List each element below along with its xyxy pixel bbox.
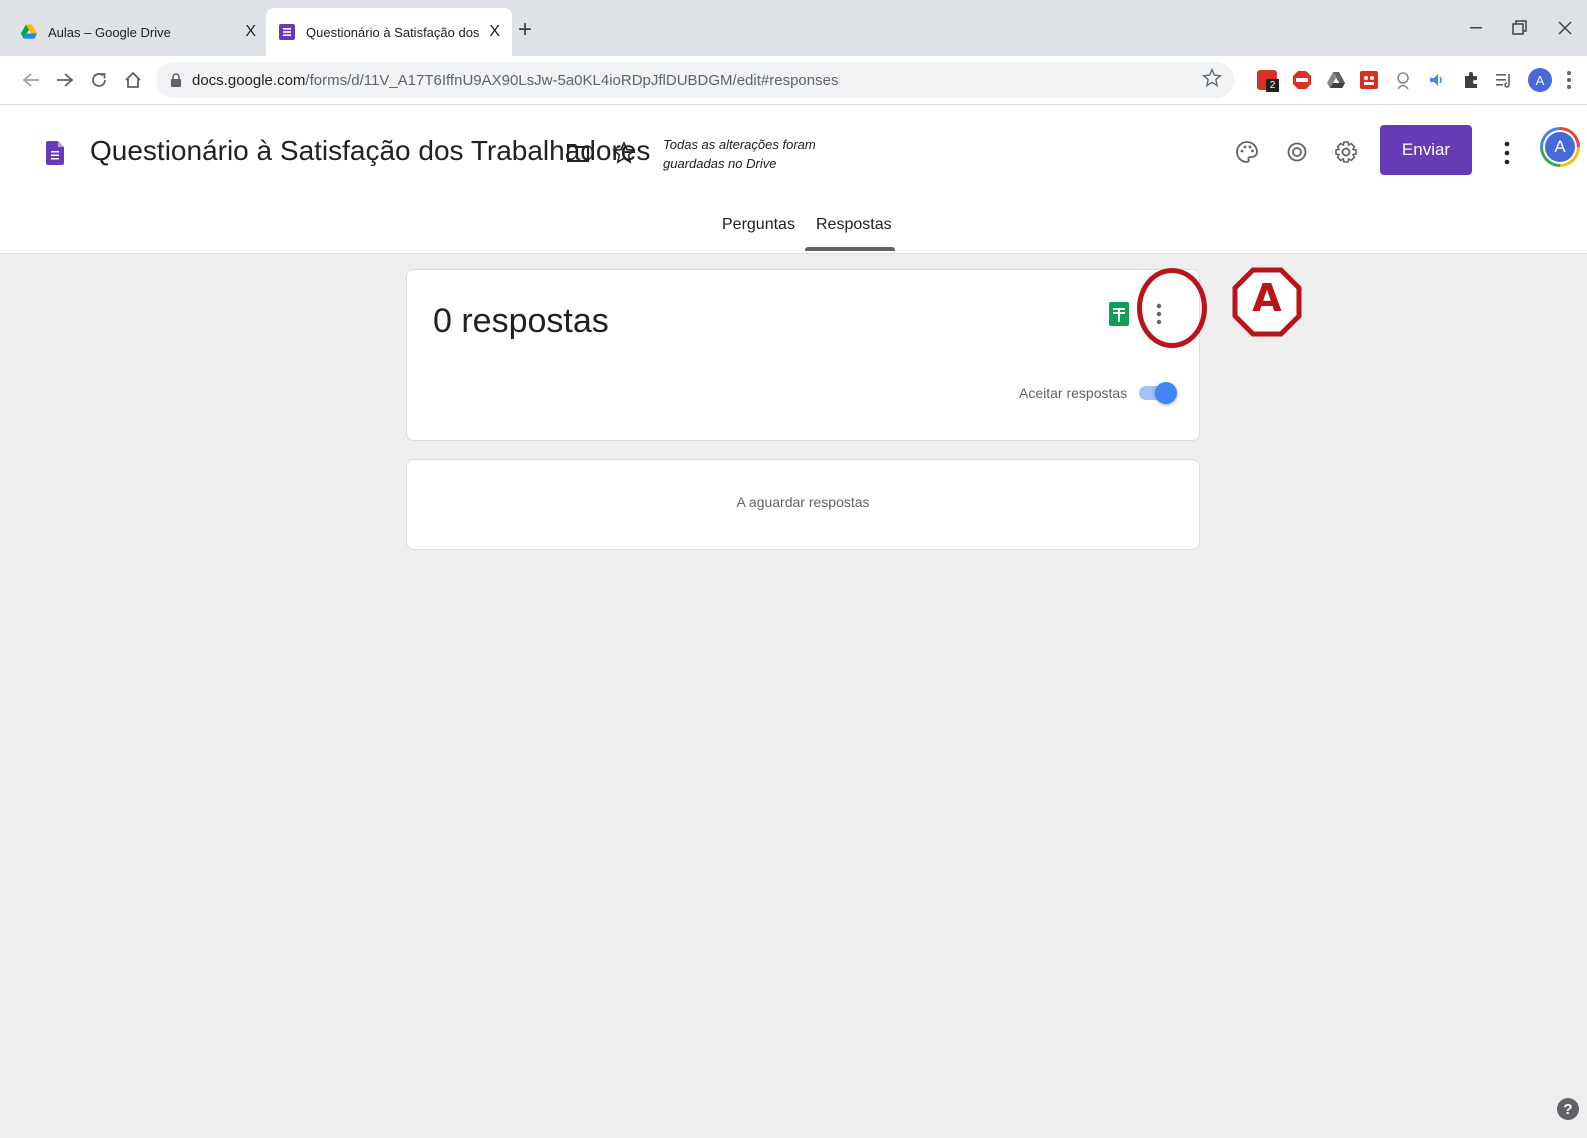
saved-status: Todas as alterações foram guardadas no D…	[663, 137, 816, 171]
avatar-initial: A	[1545, 132, 1575, 162]
accept-responses-toggle[interactable]	[1139, 382, 1177, 404]
browser-tab-strip: Aulas – Google Drive X Questionário à Sa…	[0, 0, 1587, 56]
adblock-icon[interactable]	[1292, 70, 1312, 90]
more-options-icon[interactable]	[1504, 141, 1510, 165]
google-forms-icon	[279, 24, 295, 40]
extension-badge: 2	[1266, 79, 1279, 92]
profile-avatar[interactable]: A	[1528, 68, 1552, 92]
close-window-icon[interactable]	[1557, 20, 1573, 36]
responses-count: 0 respostas	[433, 302, 609, 340]
browser-tab-form[interactable]: Questionário à Satisfação dos Tra X	[266, 8, 512, 56]
browser-menu-icon[interactable]	[1566, 70, 1572, 90]
lock-icon	[171, 73, 181, 87]
reading-list-icon[interactable]	[1494, 70, 1514, 90]
close-tab-icon[interactable]: X	[245, 23, 256, 41]
address-bar[interactable]: docs.google.com/forms/d/11V_A17T6IffnU9A…	[156, 62, 1234, 98]
puzzle-extensions-icon[interactable]	[1461, 70, 1481, 90]
send-button[interactable]: Enviar	[1380, 125, 1472, 175]
google-drive-icon	[20, 24, 38, 39]
tab-questions[interactable]: Perguntas	[722, 216, 795, 234]
account-avatar[interactable]: A	[1540, 127, 1580, 167]
calendar-extension-icon[interactable]: 2	[1257, 70, 1279, 92]
url-host: docs.google.com	[192, 71, 306, 89]
responses-summary-card: 0 respostas Aceitar respostas	[406, 269, 1200, 441]
browser-toolbar: docs.google.com/forms/d/11V_A17T6IffnU9A…	[0, 56, 1587, 105]
back-icon[interactable]	[22, 72, 40, 88]
bookmark-star-icon[interactable]	[1202, 68, 1222, 88]
palette-icon[interactable]	[1235, 140, 1259, 164]
home-icon[interactable]	[124, 71, 142, 89]
forms-header: Questionário à Satisfação dos Trabalhado…	[0, 105, 1587, 254]
folder-icon[interactable]	[566, 143, 590, 163]
help-icon[interactable]: ?	[1557, 1098, 1579, 1120]
settings-gear-icon[interactable]	[1334, 140, 1358, 164]
browser-tab-drive[interactable]: Aulas – Google Drive X	[8, 8, 268, 56]
minimize-icon[interactable]	[1470, 26, 1484, 30]
reload-icon[interactable]	[90, 71, 108, 89]
active-tab-indicator	[805, 247, 895, 251]
annotation-highlight-circle	[1137, 268, 1207, 348]
waiting-card: A aguardar respostas	[406, 459, 1200, 550]
preview-eye-icon[interactable]	[1285, 142, 1309, 162]
forms-logo-icon[interactable]	[46, 141, 64, 165]
drive-extension-icon[interactable]	[1326, 70, 1346, 90]
close-tab-icon[interactable]: X	[489, 23, 500, 41]
audio-extension-icon[interactable]	[1427, 70, 1447, 90]
accept-responses-label: Aceitar respostas	[1019, 385, 1128, 401]
annotation-label: A	[1252, 276, 1282, 320]
url-path: /forms/d/11V_A17T6IffnU9AX90LsJw-5a0KL4i…	[305, 71, 839, 89]
toggle-knob	[1155, 382, 1177, 404]
tab-label: Aulas – Google Drive	[48, 24, 171, 40]
forward-icon[interactable]	[56, 72, 74, 88]
tab-responses[interactable]: Respostas	[816, 216, 892, 234]
new-tab-button[interactable]: +	[518, 16, 532, 44]
restore-icon[interactable]	[1512, 20, 1528, 36]
character-extension-icon[interactable]	[1393, 70, 1413, 90]
create-spreadsheet-icon[interactable]	[1109, 302, 1129, 326]
red-extension-icon[interactable]	[1359, 70, 1379, 90]
url-text: docs.google.com/forms/d/11V_A17T6IffnU9A…	[192, 72, 838, 89]
star-icon[interactable]	[612, 141, 636, 165]
waiting-message: A aguardar respostas	[736, 494, 870, 510]
tab-label: Questionário à Satisfação dos Tra	[306, 24, 481, 40]
